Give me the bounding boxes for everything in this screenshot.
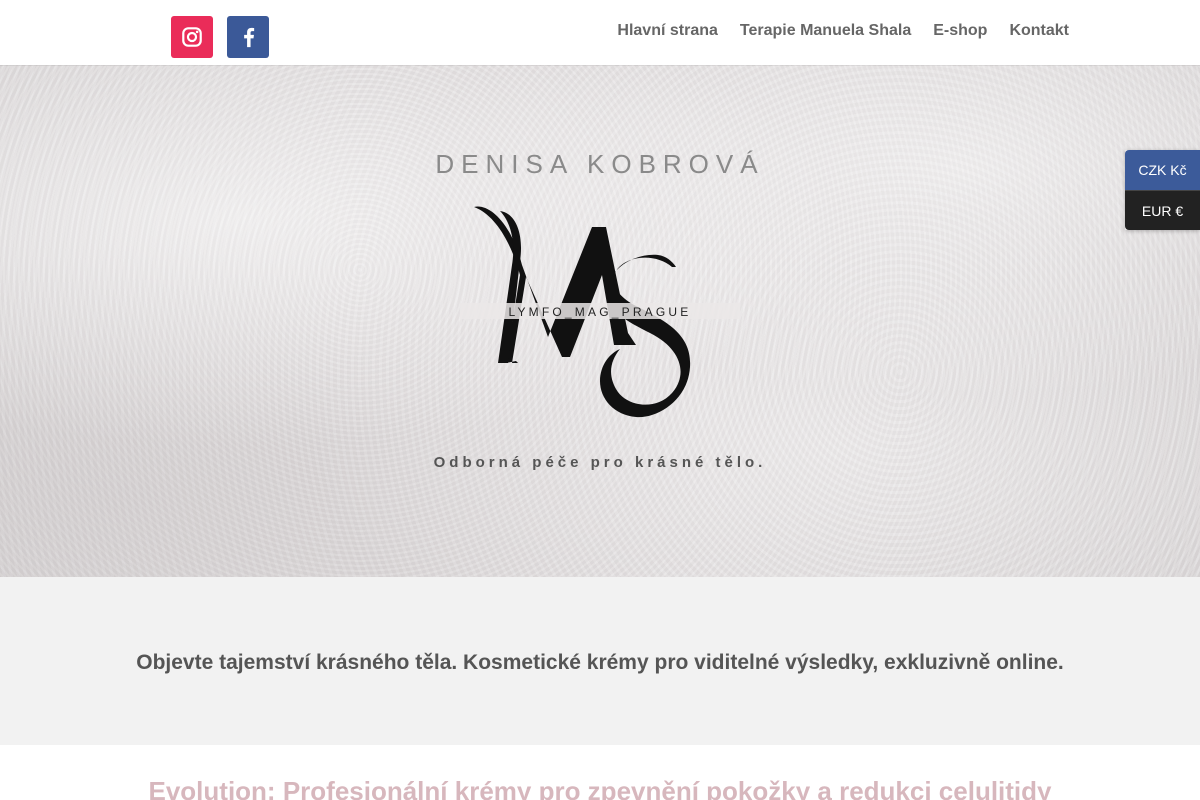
currency-option-eur[interactable]: EUR € [1125,190,1200,230]
nav-item-contact[interactable]: Kontakt [1009,21,1069,41]
intro-section: Objevte tajemství krásného těla. Kosmeti… [0,577,1200,745]
facebook-icon [244,27,255,48]
nav-item-therapy[interactable]: Terapie Manuela Shala [740,21,911,41]
instagram-icon [182,27,202,47]
facebook-link[interactable] [227,16,269,58]
nav-item-eshop[interactable]: E-shop [933,21,987,41]
hero-section: DENISA KOBROVÁ LYMFO_MAG_PRAGUE Odborná … [0,65,1200,577]
product-title: Evolution: Profesionální krémy pro zpevn… [148,776,1052,800]
logo-text: LYMFO_MAG_PRAGUE [508,305,691,319]
currency-switcher: CZK Kč EUR € [1125,150,1200,230]
instagram-link[interactable] [171,16,213,58]
intro-heading: Objevte tajemství krásného těla. Kosmeti… [136,651,1064,674]
site-header: Hlavní strana Terapie Manuela Shala E-sh… [0,0,1200,65]
nav-item-home[interactable]: Hlavní strana [617,21,717,41]
currency-option-czk[interactable]: CZK Kč [1125,150,1200,190]
hero-title: DENISA KOBROVÁ [435,149,765,179]
main-nav: Hlavní strana Terapie Manuela Shala E-sh… [617,21,1069,41]
product-section: Evolution: Profesionální krémy pro zpevn… [0,745,1200,800]
brand-logo: LYMFO_MAG_PRAGUE [460,206,740,418]
hero-tagline: Odborná péče pro krásné tělo. [433,454,767,471]
